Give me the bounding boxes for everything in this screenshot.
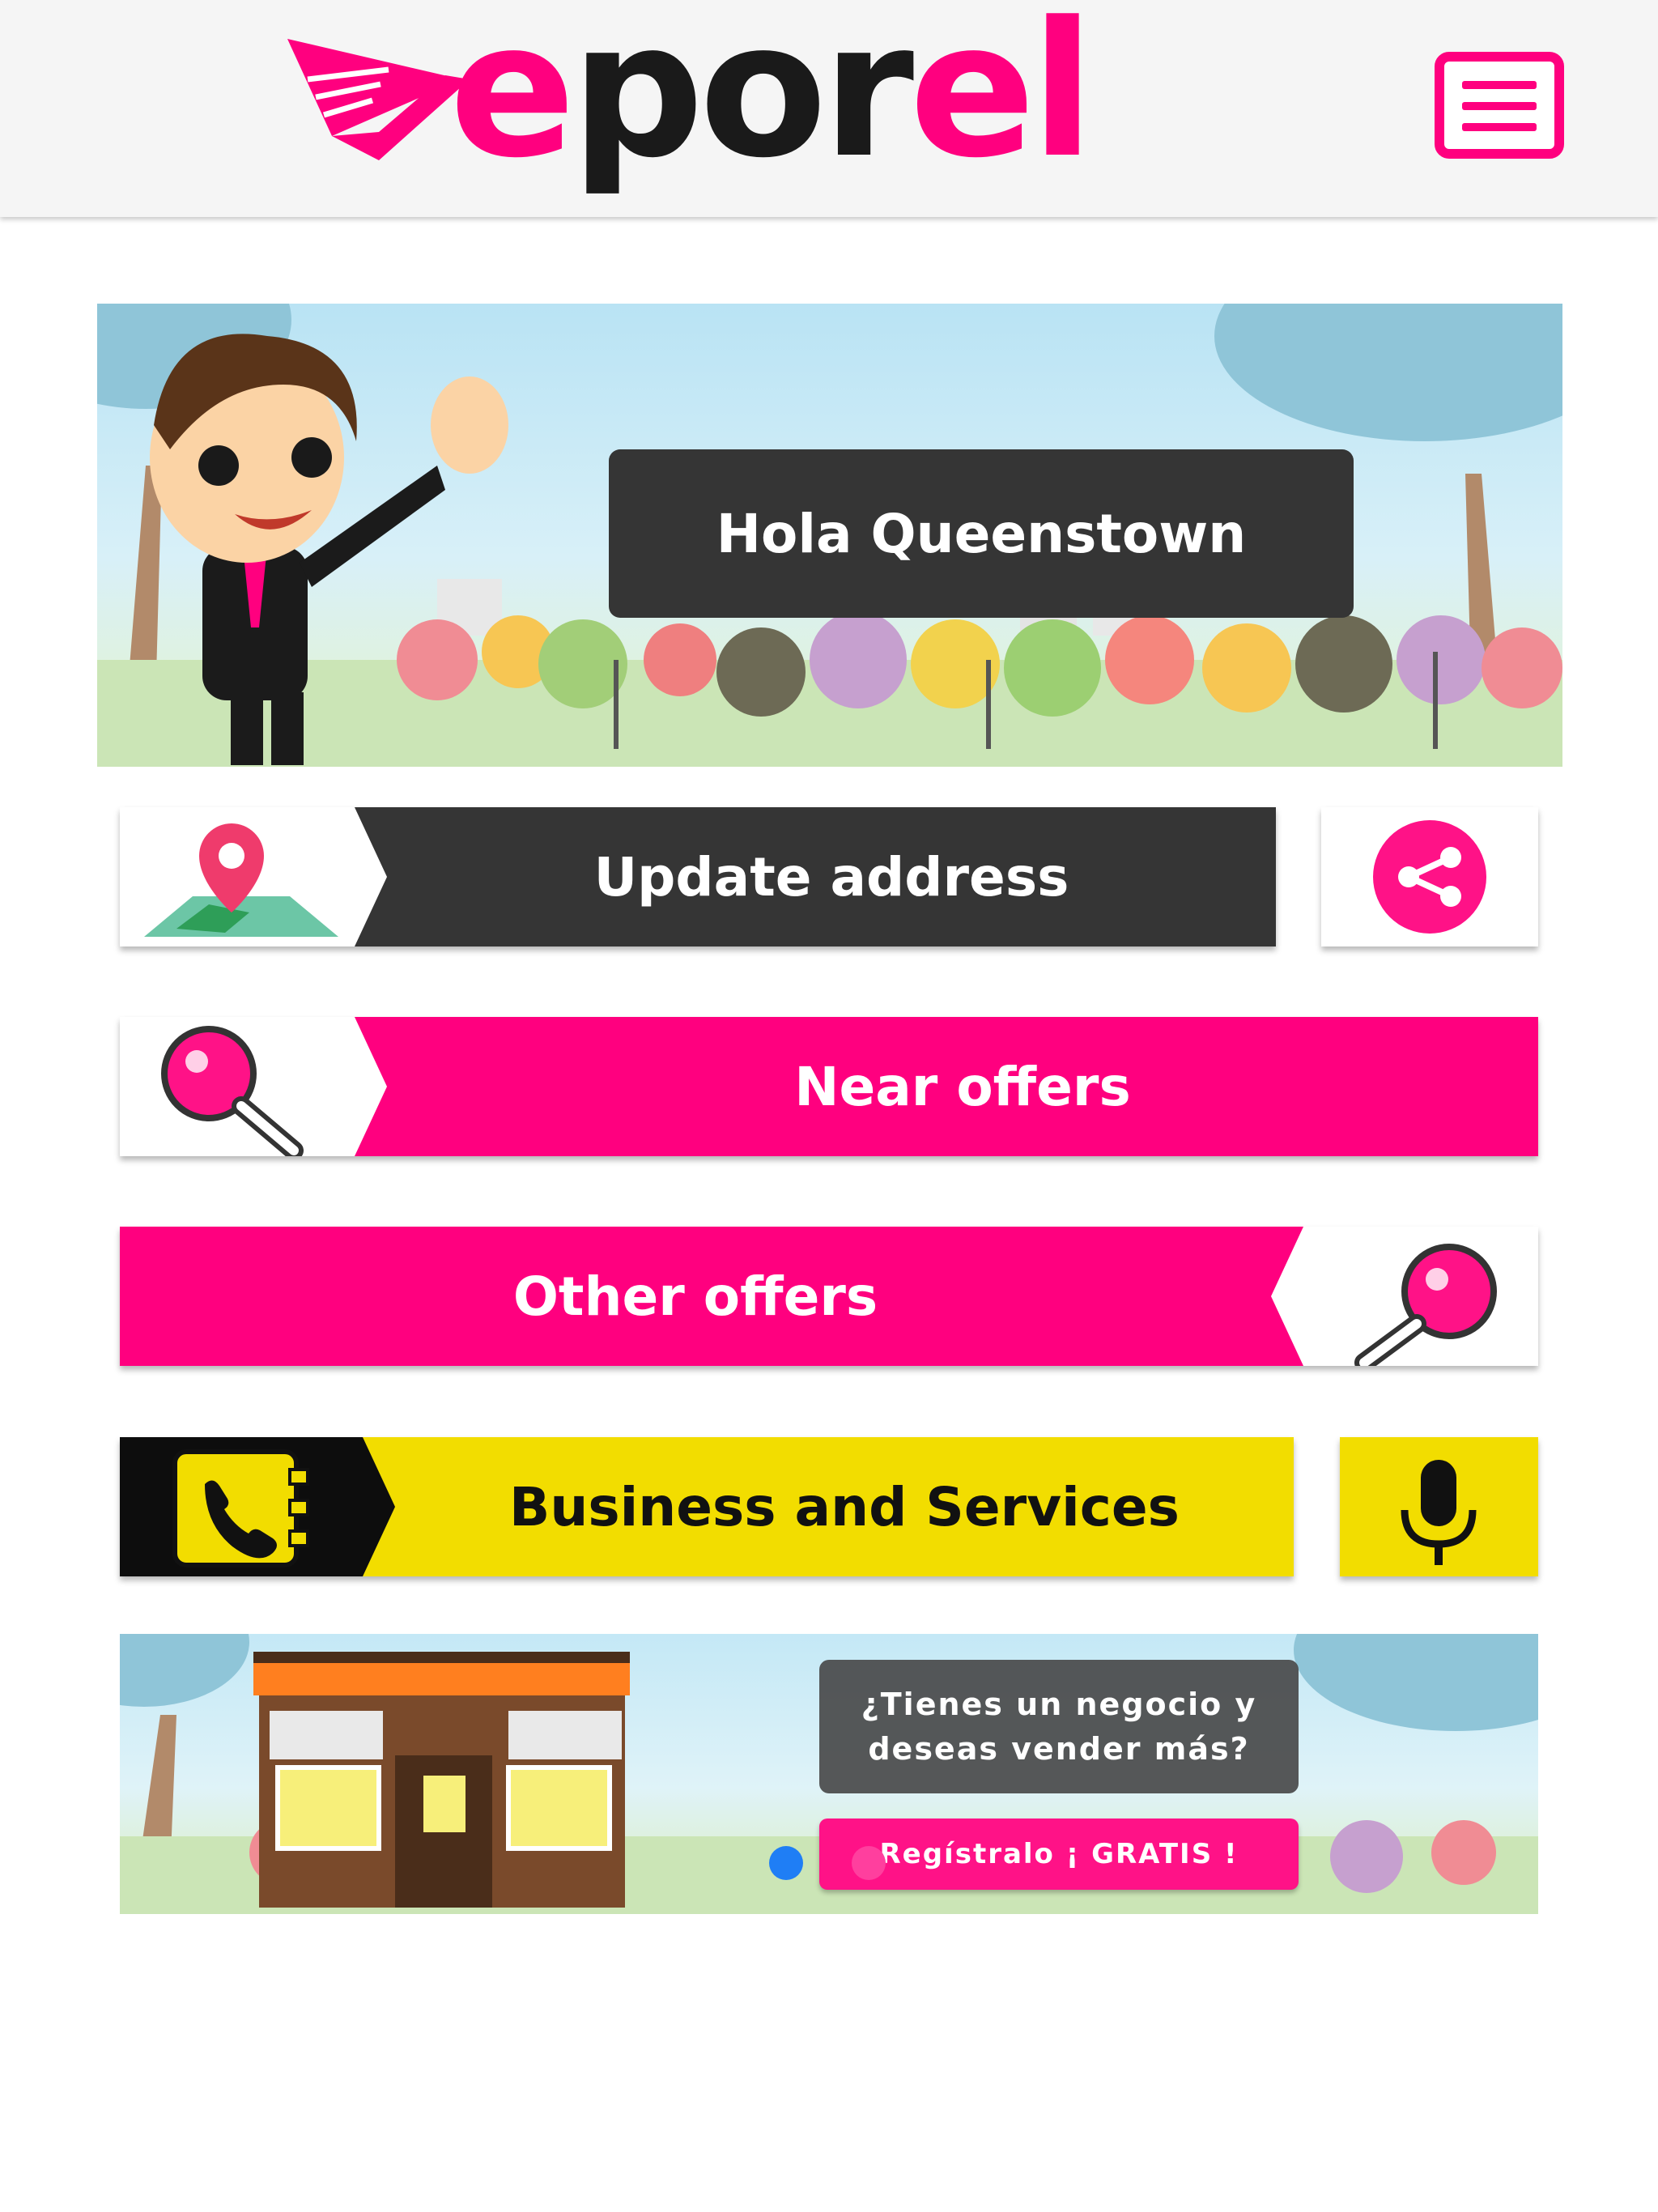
app-header: eporel [0,0,1658,217]
share-icon [1373,820,1486,934]
other-offers-label: Other offers [512,1265,878,1328]
logo-wordmark: eporel [449,0,1095,199]
other-offers-icon-area [1271,1227,1538,1366]
update-address-label: Update address [593,845,1069,908]
carousel-dot-active[interactable] [769,1846,803,1880]
carousel-dot[interactable] [852,1846,886,1880]
promo-banner[interactable]: ¿Tienes un negocio y deseas vender más? … [120,1634,1538,1914]
veporel-logo: eporel [283,0,1141,193]
business-services-label: Business and Services [509,1475,1180,1538]
map-pin-icon [144,823,338,937]
magnifier-icon [1354,1244,1497,1366]
business-services-button[interactable]: Business and Services [120,1437,1294,1576]
share-button[interactable] [1321,807,1538,946]
other-offers-button[interactable]: Other offers [120,1227,1538,1366]
voice-search-button[interactable] [1340,1437,1538,1576]
hamburger-menu-icon[interactable] [1435,52,1564,159]
hero-greeting: Hola Queenstown [609,449,1354,618]
promo-question: ¿Tienes un negocio y deseas vender más? [819,1660,1299,1793]
hero-banner: Hola Queenstown [97,304,1562,767]
update-address-icon-area [120,807,387,946]
phonebook-icon [172,1449,309,1568]
near-offers-icon-area [120,1017,387,1156]
near-offers-button[interactable]: Near offers [120,1017,1538,1156]
magnifier-icon [161,1026,304,1156]
update-address-button[interactable]: Update address [120,807,1276,946]
business-services-icon-area [120,1437,395,1576]
microphone-icon [1401,1460,1477,1565]
register-free-button[interactable]: Regístralo ¡ GRATIS ! [819,1819,1299,1890]
near-offers-label: Near offers [794,1055,1131,1118]
